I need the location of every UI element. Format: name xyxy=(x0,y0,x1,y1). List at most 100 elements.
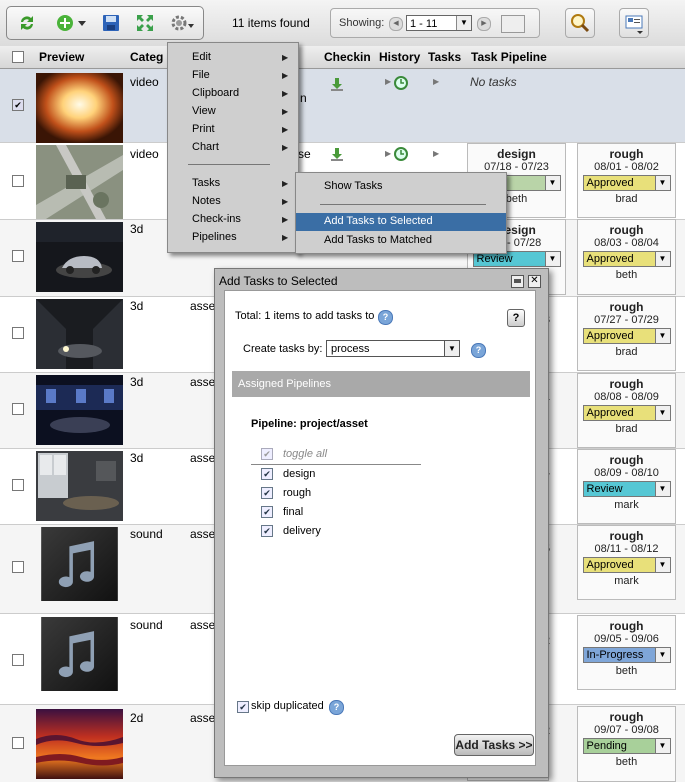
menu-item-view[interactable]: View xyxy=(192,105,216,117)
thumbnail-image[interactable] xyxy=(36,220,123,294)
help-icon[interactable]: ? xyxy=(471,343,486,358)
expand-arrow-icon[interactable]: ▶ xyxy=(385,77,391,86)
task-card[interactable]: rough 08/09 - 08/10 Review ▼ mark xyxy=(577,449,676,524)
process-checkbox[interactable]: ✔ xyxy=(261,525,273,537)
menu-item-edit[interactable]: Edit xyxy=(192,51,211,63)
expand-arrow-icon[interactable]: ▶ xyxy=(433,77,439,86)
menu-item-clipboard[interactable]: Clipboard xyxy=(192,87,239,99)
thumbnail-image[interactable] xyxy=(36,373,123,447)
help-icon[interactable]: ? xyxy=(329,700,344,715)
skip-duplicated-checkbox[interactable]: ✔ xyxy=(237,701,249,713)
menu-item-check-ins[interactable]: Check-ins xyxy=(192,213,241,225)
thumbnail-image[interactable] xyxy=(36,71,123,145)
process-checkbox[interactable]: ✔ xyxy=(261,487,273,499)
row-checkbox[interactable] xyxy=(12,479,24,491)
category-cell: video xyxy=(130,147,159,161)
thumbnail-image[interactable] xyxy=(36,449,123,523)
task-status-select[interactable]: Approved ▼ xyxy=(582,328,671,344)
chevron-down-icon: ▼ xyxy=(654,648,670,662)
add-icon[interactable] xyxy=(55,13,75,33)
menu-item-print[interactable]: Print xyxy=(192,123,215,135)
process-checkbox[interactable]: ✔ xyxy=(261,468,273,480)
checkin-icon[interactable] xyxy=(330,77,344,91)
menu-item-notes[interactable]: Notes xyxy=(192,195,221,207)
task-card[interactable]: rough 08/01 - 08/02 Approved ▼ brad xyxy=(577,143,676,218)
toggle-all-checkbox[interactable]: ✔ xyxy=(261,448,273,460)
column-header[interactable]: History xyxy=(379,50,420,64)
history-icon[interactable] xyxy=(393,75,409,91)
row-checkbox[interactable] xyxy=(12,175,24,187)
row-checkbox[interactable] xyxy=(12,327,24,339)
menu-item-pipelines[interactable]: Pipelines xyxy=(192,231,237,243)
menu-item-add-tasks-selected[interactable]: Add Tasks to Selected xyxy=(296,213,506,231)
thumbnail-image[interactable] xyxy=(36,297,123,371)
save-icon[interactable] xyxy=(101,13,121,33)
next-page-button[interactable]: ▶ xyxy=(477,17,491,31)
column-header[interactable]: Categ xyxy=(130,50,163,64)
column-header[interactable]: Preview xyxy=(39,50,84,64)
task-status-select[interactable]: In-Progress ▼ xyxy=(582,647,671,663)
task-status-select[interactable]: Review ▼ xyxy=(582,481,671,497)
category-cell: 2d xyxy=(130,711,144,725)
menu-item-add-tasks-matched[interactable]: Add Tasks to Matched xyxy=(324,234,432,246)
thumbnail-image[interactable] xyxy=(36,707,123,781)
checkin-icon[interactable] xyxy=(330,147,344,161)
column-header[interactable]: Checkin xyxy=(324,50,371,64)
task-card[interactable]: rough 08/08 - 08/09 Approved ▼ brad xyxy=(577,373,676,448)
page-input[interactable] xyxy=(501,15,525,33)
task-status-select[interactable]: Pending ▼ xyxy=(582,738,671,754)
task-card[interactable]: rough 09/05 - 09/06 In-Progress ▼ beth xyxy=(577,615,676,690)
question-icon: ? xyxy=(512,312,520,324)
task-status-select[interactable]: Approved ▼ xyxy=(582,251,671,267)
chevron-down-icon[interactable] xyxy=(77,13,87,33)
menu-item-chart[interactable]: Chart xyxy=(192,141,219,153)
expand-arrow-icon[interactable]: ▶ xyxy=(433,149,439,158)
gear-icon[interactable] xyxy=(169,13,195,33)
expand-arrow-icon[interactable]: ▶ xyxy=(385,149,391,158)
table-row[interactable]: ✔ video n ▶ ▶ No tasks xyxy=(0,69,685,143)
row-checkbox[interactable] xyxy=(12,654,24,666)
chevron-down-icon: ▼ xyxy=(544,252,560,266)
help-icon[interactable]: ? xyxy=(378,310,393,325)
process-label: design xyxy=(283,468,316,480)
submenu-arrow-icon: ▶ xyxy=(282,143,289,152)
prev-page-button[interactable]: ◀ xyxy=(389,17,403,31)
thumbnail-image[interactable] xyxy=(36,617,123,691)
row-checkbox[interactable]: ✔ xyxy=(12,99,24,111)
task-status-select[interactable]: Approved ▼ xyxy=(582,557,671,573)
minimize-button[interactable] xyxy=(511,275,524,288)
row-checkbox[interactable] xyxy=(12,737,24,749)
page-select[interactable]: 1 - 11 ▼ xyxy=(406,15,472,31)
column-header[interactable]: Task Pipeline xyxy=(471,50,547,64)
help-button[interactable]: ? xyxy=(507,309,525,327)
select-all-checkbox[interactable] xyxy=(12,51,24,63)
row-checkbox[interactable] xyxy=(12,561,24,573)
no-tasks-text: No tasks xyxy=(470,75,517,89)
row-checkbox[interactable] xyxy=(12,250,24,262)
category-cell: 3d xyxy=(130,451,144,465)
search-button[interactable] xyxy=(565,8,595,38)
task-card[interactable]: rough 08/11 - 08/12 Approved ▼ mark xyxy=(577,525,676,600)
chevron-down-icon: ▼ xyxy=(654,176,670,190)
task-card[interactable]: rough 08/03 - 08/04 Approved ▼ beth xyxy=(577,219,676,295)
history-icon[interactable] xyxy=(393,146,409,162)
task-card[interactable]: rough 07/27 - 07/29 Approved ▼ brad xyxy=(577,296,676,371)
menu-item-show-tasks[interactable]: Show Tasks xyxy=(324,180,383,192)
process-checkbox[interactable]: ✔ xyxy=(261,506,273,518)
thumbnail-image[interactable] xyxy=(36,527,123,601)
task-card[interactable]: rough 09/07 - 09/08 Pending ▼ beth xyxy=(577,706,676,782)
task-status-select[interactable]: Approved ▼ xyxy=(582,405,671,421)
row-checkbox[interactable] xyxy=(12,403,24,415)
refresh-icon[interactable] xyxy=(17,13,37,33)
submenu-arrow-icon: ▶ xyxy=(282,233,289,242)
task-status-select[interactable]: Approved ▼ xyxy=(582,175,671,191)
menu-item-file[interactable]: File xyxy=(192,69,210,81)
thumbnail-image[interactable] xyxy=(36,145,123,219)
column-header[interactable]: Tasks xyxy=(428,50,461,64)
add-tasks-button[interactable]: Add Tasks >> xyxy=(454,734,534,756)
view-button[interactable] xyxy=(619,8,649,38)
create-by-select[interactable]: process ▼ xyxy=(326,340,460,357)
expand-icon[interactable] xyxy=(135,13,155,33)
close-button[interactable]: ✕ xyxy=(528,275,541,288)
menu-item-tasks[interactable]: Tasks xyxy=(192,177,220,189)
